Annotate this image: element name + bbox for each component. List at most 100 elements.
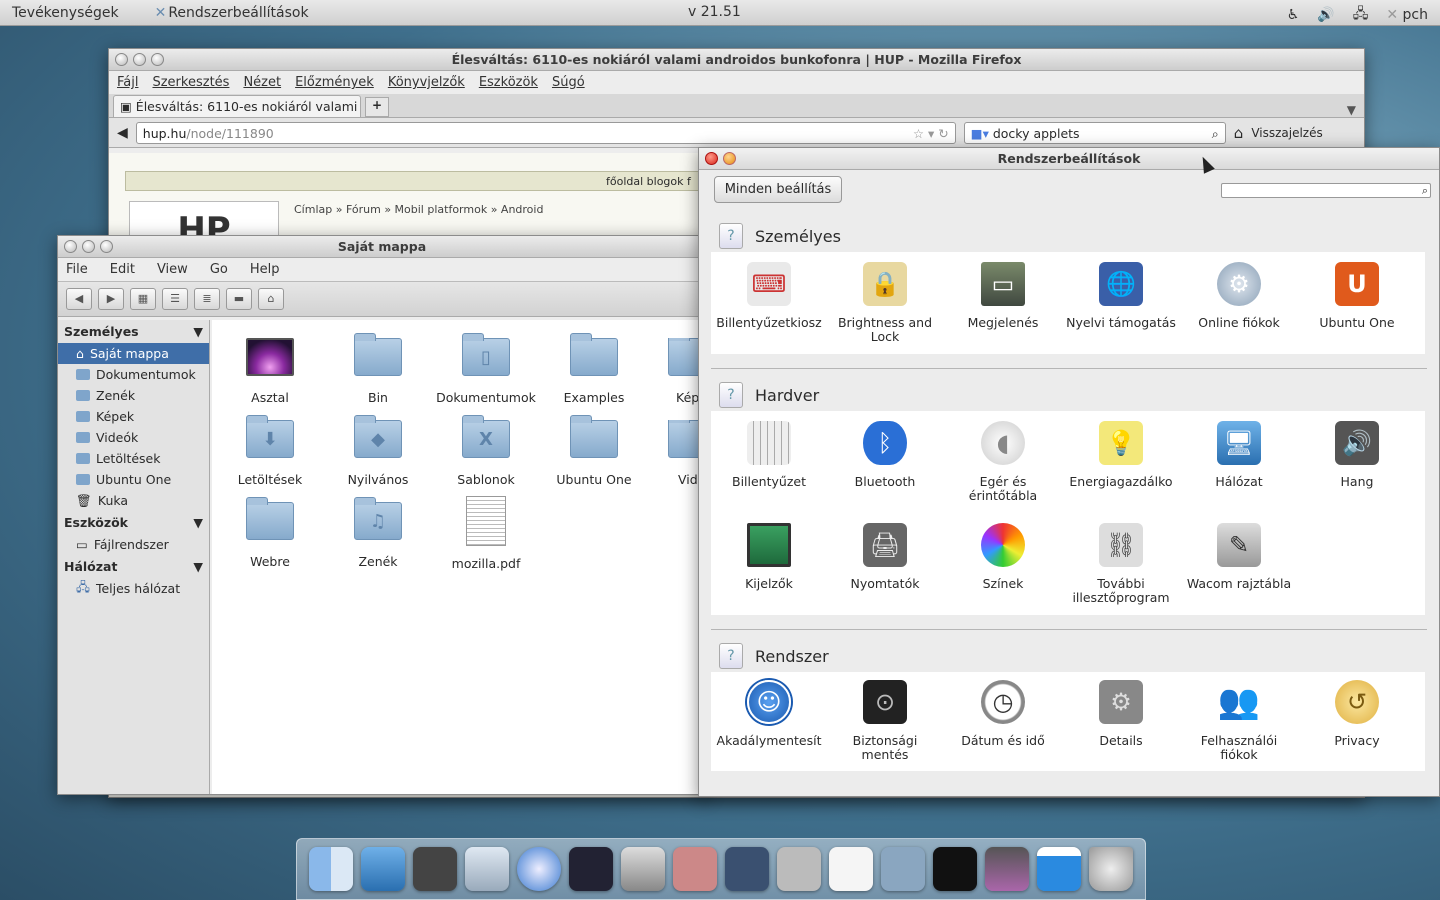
menu-go[interactable]: Go [210, 262, 228, 277]
accessibility-item[interactable]: ☺ Akadálymentesít [714, 680, 824, 748]
sidebar-item-ubuntu-one[interactable]: Ubuntu One [58, 469, 209, 490]
network-icon[interactable]: 🖧 [1353, 3, 1369, 27]
appearance-item[interactable]: ▭ Megjelenés [948, 262, 1058, 330]
bluetooth-item[interactable]: ᛒ Bluetooth [830, 421, 940, 489]
menu-file[interactable]: File [66, 262, 88, 277]
camera-icon[interactable] [621, 847, 665, 891]
date-time-item[interactable]: ◷ Dátum és idő [948, 680, 1058, 748]
minimize-button[interactable] [133, 53, 146, 66]
movie-icon[interactable] [569, 847, 613, 891]
close-button[interactable] [115, 53, 128, 66]
menu-view[interactable]: Nézet [243, 75, 281, 90]
site-nav[interactable]: főoldal blogok f [125, 171, 705, 191]
search-icon[interactable]: ⌕ [1212, 126, 1219, 142]
maximize-button[interactable] [151, 53, 164, 66]
compact-view-button[interactable]: ≣ [194, 288, 220, 310]
sidebar-item-downloads[interactable]: Letöltések [58, 448, 209, 469]
firefox-titlebar[interactable]: Élesváltás: 6110-es nokiáról valami andr… [109, 49, 1364, 71]
minimize-button[interactable] [723, 152, 736, 165]
menu-tools[interactable]: Eszközök [479, 75, 538, 90]
app-menu[interactable]: ✕ Rendszerbeállítások [131, 5, 309, 21]
new-tab-button[interactable]: + [365, 97, 389, 117]
menu-edit[interactable]: Edit [110, 262, 135, 277]
forward-button[interactable]: ▶ [98, 288, 124, 310]
settings-search-input[interactable]: ⌕ [1221, 183, 1431, 198]
activities-button[interactable]: Tevékenységek [0, 5, 131, 21]
accessibility-icon[interactable]: ♿ [1287, 7, 1300, 23]
safari-icon[interactable] [517, 847, 561, 891]
file-item[interactable]: Webre [216, 497, 324, 569]
url-bar[interactable]: hup.hu/node/111890 ☆ ▾ ↻ [135, 121, 956, 144]
sidebar-header-personal[interactable]: Személyes ▼ [58, 320, 209, 343]
wacom-tablet-item[interactable]: ✎ Wacom rajztábla [1184, 523, 1294, 591]
sidebar-header-tools[interactable]: Eszközök ▼ [58, 511, 209, 534]
screen-icon[interactable] [985, 847, 1029, 891]
file-item[interactable]: Ubuntu One [540, 415, 648, 487]
menu-history[interactable]: Előzmények [295, 75, 374, 90]
backup-item[interactable]: ⊙ Biztonsági mentés [830, 680, 940, 762]
file-item[interactable]: Examples [540, 333, 648, 405]
back-icon[interactable]: ◀ [117, 125, 128, 141]
file-item[interactable]: Vid [648, 420, 704, 487]
online-accounts-item[interactable]: ⚙ Online fiókok [1184, 262, 1294, 330]
file-item[interactable]: ⬇ Letöltések [216, 415, 324, 487]
sidebar-header-network[interactable]: Hálózat ▼ [58, 555, 209, 578]
menu-edit[interactable]: Szerkesztés [152, 75, 229, 90]
column-view-button[interactable]: ▬ [226, 288, 252, 310]
search-box[interactable]: ■▾ docky applets ⌕ [963, 121, 1226, 144]
volume-icon[interactable]: 🔊 [1317, 7, 1334, 23]
privacy-item[interactable]: ↺ Privacy [1302, 680, 1412, 748]
sound-item[interactable]: 🔊 Hang [1302, 421, 1412, 489]
file-item[interactable]: mozilla.pdf [432, 496, 540, 571]
menu-bookmarks[interactable]: Könyvjelzők [388, 75, 465, 90]
keyboard-layout-item[interactable]: ⌨ Billentyűzetkiosz [714, 262, 824, 330]
additional-drivers-item[interactable]: ⛓ További illesztőprogram [1066, 523, 1176, 605]
mail-icon[interactable] [465, 847, 509, 891]
nautilus-titlebar[interactable]: Saját mappa [58, 236, 706, 258]
color-item[interactable]: Színek [948, 523, 1058, 591]
network-item[interactable]: 🖥 Hálózat [1184, 421, 1294, 489]
sidebar-item-trash[interactable]: 🗑 Kuka [58, 490, 209, 511]
keyboard-item[interactable]: Billentyűzet [714, 421, 824, 489]
settings-tools-icon[interactable] [881, 847, 925, 891]
language-support-item[interactable]: 🌐 Nyelvi támogatás [1066, 262, 1176, 330]
launcher-icon[interactable] [361, 847, 405, 891]
terminal-icon[interactable] [933, 847, 977, 891]
back-button[interactable]: ◀ [66, 288, 92, 310]
window-icon[interactable] [1037, 847, 1081, 891]
all-settings-button[interactable]: Minden beállítás [714, 176, 842, 203]
home-location-button[interactable]: ⌂ [258, 288, 284, 310]
sidebar-item-network[interactable]: 🖧 Teljes hálózat [58, 578, 209, 599]
user-menu[interactable]: ✕ pch [1386, 7, 1428, 23]
file-item[interactable]: Kép [648, 338, 704, 405]
mouse-touchpad-item[interactable]: ◖ Egér és érintőtábla [948, 421, 1058, 503]
icon-view-button[interactable]: ▦ [130, 288, 156, 310]
menu-file[interactable]: Fájl [117, 75, 138, 90]
displays-item[interactable]: Kijelzők [714, 523, 824, 591]
feedback-button[interactable]: Visszajelzés [1251, 126, 1322, 140]
power-item[interactable]: 💡 Energiagazdálko [1066, 421, 1176, 489]
writer-icon[interactable] [829, 847, 873, 891]
star-icon[interactable]: ☆ ▾ ↻ [913, 126, 949, 141]
sidebar-item-documents[interactable]: Dokumentumok [58, 364, 209, 385]
trash-icon[interactable] [1089, 847, 1133, 891]
maximize-button[interactable] [100, 240, 113, 253]
file-item[interactable]: ♫ Zenék [324, 497, 432, 569]
minimize-button[interactable] [82, 240, 95, 253]
file-item[interactable]: ◆ Nyilvános [324, 415, 432, 487]
menu-view[interactable]: View [157, 262, 188, 277]
file-item[interactable]: Bin [324, 333, 432, 405]
user-accounts-item[interactable]: 👥 Felhasználói fiókok [1184, 680, 1294, 762]
file-item[interactable]: Asztal [216, 338, 324, 405]
ubuntu-one-item[interactable]: U Ubuntu One [1302, 262, 1412, 330]
close-button[interactable] [64, 240, 77, 253]
finder-icon[interactable] [309, 847, 353, 891]
photos-icon[interactable] [725, 847, 769, 891]
menu-help[interactable]: Súgó [552, 75, 585, 90]
settings-titlebar[interactable]: Rendszerbeállítások [699, 148, 1439, 170]
printers-item[interactable]: 🖨 Nyomtatók [830, 523, 940, 591]
file-item[interactable]: X Sablonok [432, 415, 540, 487]
sidebar-item-home[interactable]: ⌂ Saját mappa [58, 343, 209, 364]
calculator-icon[interactable] [777, 847, 821, 891]
sidebar-item-pictures[interactable]: Képek [58, 406, 209, 427]
